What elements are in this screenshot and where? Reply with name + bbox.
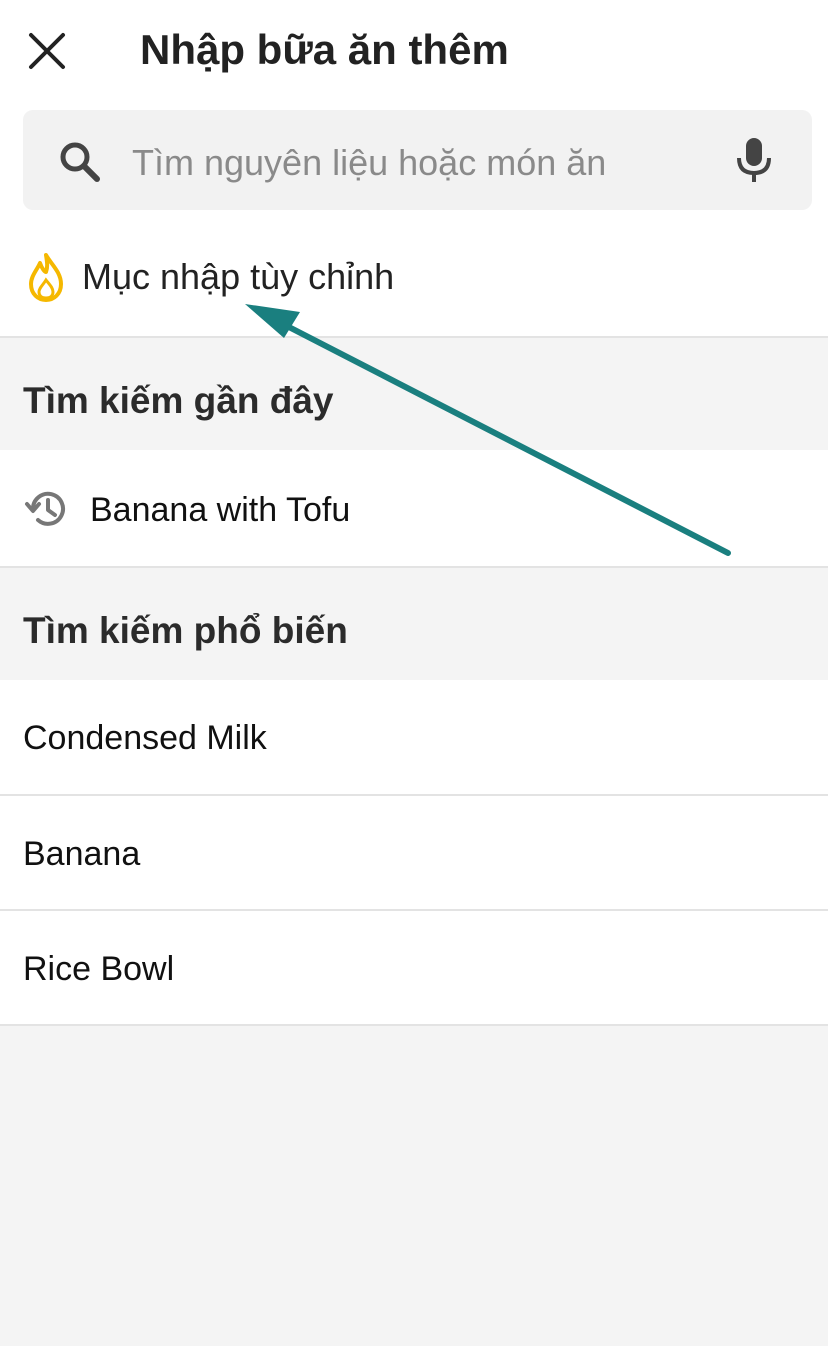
custom-entry-item[interactable]: Mục nhập tùy chỉnh — [0, 228, 828, 328]
popular-item-label: Banana — [23, 835, 141, 873]
close-icon — [29, 33, 65, 69]
close-button[interactable] — [22, 26, 72, 76]
popular-item-label: Rice Bowl — [23, 950, 175, 988]
popular-item-banana[interactable]: Banana — [0, 796, 828, 911]
microphone-icon[interactable] — [734, 136, 774, 184]
popular-item-rice-bowl[interactable]: Rice Bowl — [0, 911, 828, 1026]
search-input[interactable] — [130, 130, 714, 196]
header-bar: Nhập bữa ăn thêm — [0, 0, 828, 100]
flame-icon — [29, 253, 63, 302]
popular-section-title: Tìm kiếm phổ biến — [23, 610, 348, 651]
popular-item-label: Condensed Milk — [23, 719, 267, 757]
search-icon — [60, 142, 100, 182]
recent-item-label: Banana with Tofu — [90, 491, 351, 529]
page-title: Nhập bữa ăn thêm — [140, 26, 509, 73]
popular-section-header: Tìm kiếm phổ biến — [0, 568, 828, 678]
history-icon — [25, 491, 65, 526]
recent-item[interactable]: Banana with Tofu — [0, 450, 828, 568]
custom-entry-label: Mục nhập tùy chỉnh — [82, 256, 395, 297]
popular-item-condensed-milk[interactable]: Condensed Milk — [0, 680, 828, 796]
recent-section-header: Tìm kiếm gần đây — [0, 340, 828, 450]
recent-section-title: Tìm kiếm gần đây — [23, 380, 334, 421]
